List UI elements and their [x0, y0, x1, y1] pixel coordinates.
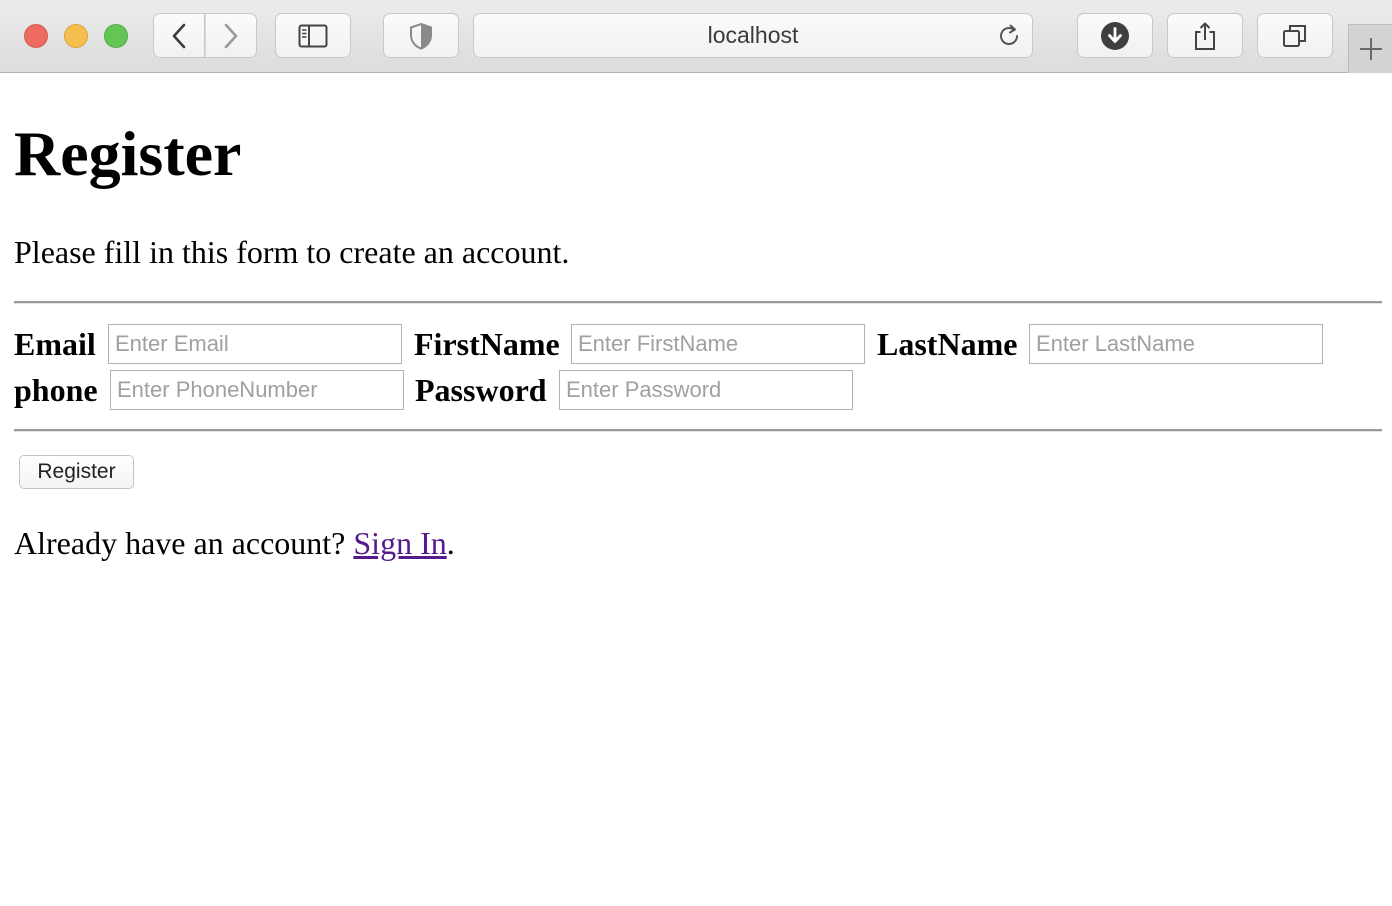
password-label: Password: [415, 372, 547, 408]
intro-text: Please fill in this form to create an ac…: [14, 234, 570, 270]
shield-icon: [410, 22, 432, 50]
sidebar-toggle-button[interactable]: [275, 13, 351, 58]
lastname-field[interactable]: [1029, 324, 1323, 364]
minimize-window-icon[interactable]: [64, 24, 88, 48]
email-label: Email: [14, 326, 96, 362]
firstname-field[interactable]: [571, 324, 865, 364]
chevron-right-icon: [224, 23, 238, 48]
email-field[interactable]: [108, 324, 402, 364]
signin-prompt: Already have an account? Sign In.: [14, 525, 455, 561]
tab-overview-button[interactable]: [1257, 13, 1333, 58]
top-divider: [14, 301, 1382, 304]
privacy-report-button[interactable]: [383, 13, 459, 58]
lastname-label: LastName: [877, 326, 1018, 362]
firstname-label: FirstName: [414, 326, 560, 362]
phone-label: phone: [14, 372, 98, 408]
download-icon: [1101, 21, 1129, 50]
share-button[interactable]: [1167, 13, 1243, 58]
downloads-button[interactable]: [1077, 13, 1153, 58]
bottom-divider: [14, 429, 1382, 432]
signin-prompt-text: Already have an account?: [14, 525, 346, 561]
signin-suffix: .: [446, 525, 455, 561]
address-bar[interactable]: localhost: [473, 13, 1033, 58]
page-title: Register: [14, 118, 242, 189]
new-tab-button[interactable]: [1348, 24, 1392, 73]
maximize-window-icon[interactable]: [104, 24, 128, 48]
chevron-left-icon: [172, 23, 186, 48]
sidebar-icon: [298, 24, 328, 47]
back-button[interactable]: [153, 13, 205, 58]
password-field[interactable]: [559, 370, 853, 410]
tab-overview-icon: [1283, 24, 1306, 47]
forward-button[interactable]: [205, 13, 257, 58]
address-text: localhost: [707, 22, 799, 48]
close-window-icon[interactable]: [24, 24, 48, 48]
reload-icon[interactable]: [996, 23, 1022, 49]
register-button[interactable]: Register: [19, 455, 134, 489]
signin-link[interactable]: Sign In: [353, 525, 446, 561]
plus-icon: [1359, 38, 1382, 60]
phone-field[interactable]: [110, 370, 404, 410]
share-icon: [1195, 22, 1215, 50]
browser-toolbar: localhost: [0, 0, 1392, 73]
